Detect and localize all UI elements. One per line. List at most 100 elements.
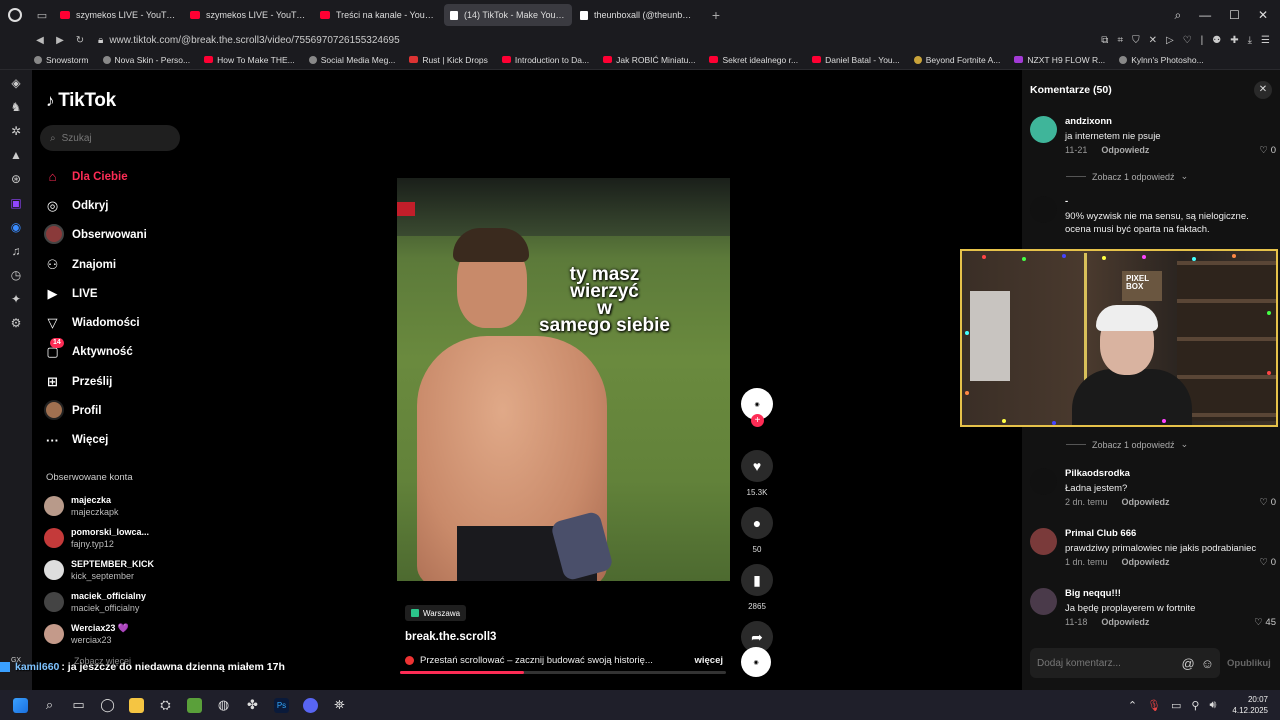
search-icon[interactable]: ⌕ bbox=[35, 690, 64, 720]
twitch-icon[interactable]: ▣ bbox=[9, 196, 23, 210]
bookmark-item[interactable]: Introduction to Da... bbox=[501, 55, 589, 65]
nav-item-friends[interactable]: ⚇ Znajomi bbox=[44, 250, 147, 279]
davinci-icon[interactable]: ✤ bbox=[238, 690, 267, 720]
comment-like-button[interactable]: ♡ 0 bbox=[1260, 497, 1276, 508]
comment-user[interactable]: Pilkaodsrodka bbox=[1065, 468, 1130, 479]
nav-item-profile[interactable]: Profil bbox=[44, 396, 147, 425]
history-icon[interactable]: ◷ bbox=[9, 268, 23, 282]
task-view-icon[interactable]: ▭ bbox=[64, 690, 93, 720]
url-field[interactable]: 🔒︎ www.tiktok.com/@break.the.scroll3/vide… bbox=[98, 35, 400, 46]
publish-button[interactable]: Opublikuj bbox=[1227, 658, 1271, 669]
comment-like-button[interactable]: ♡ 45 bbox=[1254, 617, 1276, 628]
gx-corner-icon[interactable]: ◈ bbox=[9, 76, 23, 90]
reply-button[interactable]: Odpowiedz bbox=[1101, 617, 1149, 627]
bookmark-item[interactable]: Sekret idealnego r... bbox=[709, 55, 798, 65]
menu-icon[interactable]: ☰ bbox=[1261, 35, 1270, 46]
browser-tab[interactable]: szymekos LIVE - YouTube bbox=[184, 4, 312, 26]
aria-icon[interactable]: ▲ bbox=[9, 148, 23, 162]
like-button[interactable]: ♥ bbox=[741, 450, 773, 482]
close-window-button[interactable]: ✕ bbox=[1258, 8, 1268, 23]
tab-search-icon[interactable]: ⌕ bbox=[1174, 8, 1181, 23]
bookmark-item[interactable]: Rust | Kick Drops bbox=[409, 55, 488, 65]
add-comment-input[interactable]: Dodaj komentarz... @ ☺ bbox=[1030, 648, 1220, 678]
search-input[interactable]: ⌕ Szukaj bbox=[40, 125, 180, 151]
mention-icon[interactable]: @ bbox=[1182, 656, 1195, 671]
download-icon[interactable]: ⤓ bbox=[1248, 35, 1252, 46]
following-account[interactable]: pomorski_lowca... fajny.typ12 bbox=[44, 522, 154, 554]
see-replies-button[interactable]: Zobacz 1 odpowiedź ⌄ bbox=[1066, 171, 1188, 182]
music-disc-icon[interactable]: ◉ bbox=[741, 647, 771, 677]
emoji-icon[interactable]: ☺ bbox=[1201, 656, 1214, 671]
microphone-icon[interactable]: 🎙︎ bbox=[1147, 699, 1161, 712]
browser-tab[interactable]: szymekos LIVE - YouTube bbox=[54, 4, 182, 26]
extensions-icon[interactable]: ✦ bbox=[9, 292, 23, 306]
steam-app-icon[interactable]: ⛯ bbox=[325, 690, 354, 720]
comment-user[interactable]: Primal Club 666 bbox=[1065, 528, 1136, 539]
forward-button[interactable]: ▶ bbox=[50, 35, 70, 46]
back-button[interactable]: ◀ bbox=[30, 35, 50, 46]
location-tag[interactable]: Warszawa bbox=[405, 605, 467, 621]
maximize-button[interactable]: ☐ bbox=[1229, 8, 1240, 23]
video-author[interactable]: break.the.scroll3 bbox=[405, 631, 496, 643]
avatar[interactable] bbox=[1030, 116, 1057, 143]
browser-tab[interactable]: Treści na kanale - YouTube bbox=[314, 4, 442, 26]
bookmark-item[interactable]: Social Media Meg... bbox=[308, 55, 395, 65]
close-icon[interactable]: ✕ bbox=[1149, 35, 1157, 46]
close-comments-button[interactable]: ✕ bbox=[1254, 81, 1272, 99]
display-icon[interactable]: ▭ bbox=[1171, 699, 1181, 712]
nav-item-for-you[interactable]: ⌂ Dla Ciebie bbox=[44, 162, 147, 191]
bookmark-item[interactable]: Nova Skin - Perso... bbox=[102, 55, 190, 65]
avatar[interactable] bbox=[1030, 588, 1057, 615]
video-player[interactable]: ty masz wierzyć w samego siebie bbox=[397, 178, 730, 581]
messenger-icon[interactable]: ◉ bbox=[9, 220, 23, 234]
workspaces-icon[interactable]: ▭ bbox=[30, 0, 54, 30]
heart-icon[interactable]: ♡ bbox=[1183, 35, 1192, 46]
bookmark-item[interactable]: Snowstorm bbox=[34, 55, 89, 65]
volume-icon[interactable]: 🔊︎ bbox=[1209, 699, 1216, 712]
settings-icon[interactable]: ⚙ bbox=[9, 316, 23, 330]
steam-icon[interactable]: ⛭ bbox=[151, 690, 180, 720]
comment-like-button[interactable]: ♡ 0 bbox=[1260, 557, 1276, 568]
video-progress-bar[interactable] bbox=[400, 671, 726, 674]
bookmark-item[interactable]: How To Make THE... bbox=[204, 55, 295, 65]
photoshop-icon[interactable]: Ps bbox=[267, 690, 296, 720]
creator-avatar[interactable]: ◉ + bbox=[741, 388, 773, 427]
nav-item-more[interactable]: ··· Więcej bbox=[44, 426, 147, 455]
play-icon[interactable]: ▷ bbox=[1166, 35, 1174, 46]
game-extension-icon[interactable]: ⚉ bbox=[1212, 35, 1221, 46]
network-icon[interactable]: ⚲ bbox=[1191, 699, 1199, 712]
bookmark-item[interactable]: Daniel Batal - You... bbox=[812, 55, 900, 65]
following-account[interactable]: maciek_officialny maciek_officialny bbox=[44, 586, 154, 618]
nav-item-following[interactable]: Obserwowani bbox=[44, 221, 147, 250]
minimize-button[interactable]: — bbox=[1199, 8, 1211, 23]
reply-button[interactable]: Odpowiedz bbox=[1101, 145, 1149, 155]
file-explorer-icon[interactable] bbox=[122, 690, 151, 720]
comment-user[interactable]: - bbox=[1065, 196, 1068, 207]
chevron-up-icon[interactable]: ⌃ bbox=[1128, 699, 1137, 712]
puzzle-icon[interactable]: ✚ bbox=[1230, 35, 1238, 46]
avatar[interactable] bbox=[1030, 468, 1057, 495]
nav-item-upload[interactable]: ⊞ Prześlij bbox=[44, 367, 147, 396]
bookmark-item[interactable]: Kylnn's Photosho... bbox=[1119, 55, 1204, 65]
bookmark-item[interactable]: NZXT H9 FLOW R... bbox=[1014, 55, 1105, 65]
windows-start-icon[interactable] bbox=[6, 690, 35, 720]
more-button[interactable]: więcej bbox=[694, 655, 723, 666]
reply-button[interactable]: Odpowiedz bbox=[1122, 557, 1170, 567]
opera-logo-icon[interactable] bbox=[0, 0, 30, 30]
clock[interactable]: 20:07 4.12.2025 bbox=[1232, 694, 1268, 716]
extension-icon[interactable]: ⧉ bbox=[1101, 35, 1108, 46]
browser-tab-active[interactable]: (14) TikTok - Make Your Day bbox=[444, 4, 572, 26]
minecraft-icon[interactable] bbox=[180, 690, 209, 720]
nav-item-messages[interactable]: ▽ Wiadomości bbox=[44, 308, 147, 337]
chatgpt-icon[interactable]: ⊛ bbox=[9, 172, 23, 186]
comment-like-button[interactable]: ♡ 0 bbox=[1260, 145, 1276, 156]
nav-item-live[interactable]: ▶ LIVE bbox=[44, 279, 147, 308]
following-account[interactable]: Werciax23 💜 werciax23 bbox=[44, 618, 154, 650]
avatar[interactable] bbox=[1030, 196, 1057, 223]
music-icon[interactable]: ♫ bbox=[9, 244, 23, 258]
see-replies-button[interactable]: Zobacz 1 odpowiedź ⌄ bbox=[1066, 439, 1188, 450]
chrome-icon[interactable]: ◍ bbox=[209, 690, 238, 720]
nav-item-activity[interactable]: ▢ 14 Aktywność bbox=[44, 338, 147, 367]
shield-icon[interactable]: ⛉ bbox=[1132, 35, 1140, 46]
follow-plus-icon[interactable]: + bbox=[751, 414, 764, 427]
